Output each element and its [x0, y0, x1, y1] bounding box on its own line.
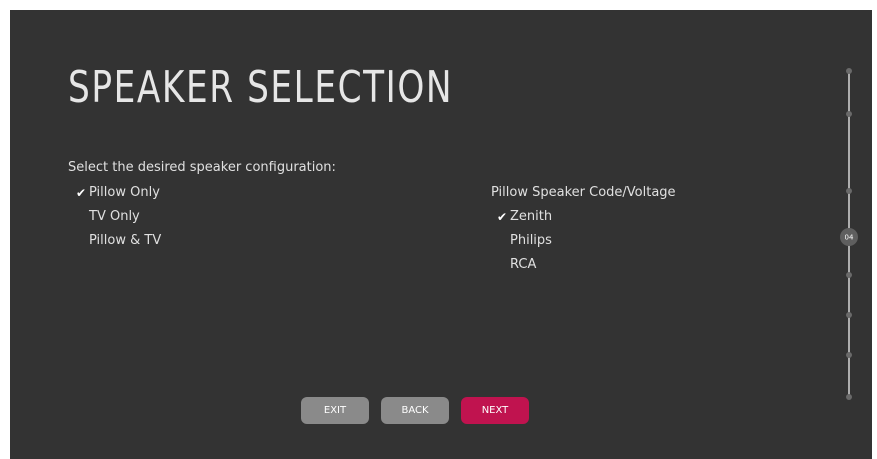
config-prompt: Select the desired speaker configuration… [68, 160, 336, 175]
step-dot [846, 352, 852, 358]
page-title: SPEAKER SELECTION [68, 62, 454, 113]
step-progress-indicator: 04 [840, 68, 858, 400]
option-philips[interactable]: Philips [510, 233, 552, 249]
step-dot [846, 111, 852, 117]
back-button[interactable]: BACK [381, 397, 449, 424]
option-label: Philips [510, 233, 552, 248]
option-pillow-only[interactable]: ✔ Pillow Only [76, 185, 160, 201]
pillow-code-heading: Pillow Speaker Code/Voltage [491, 185, 676, 200]
current-step-label: 04 [845, 234, 854, 242]
option-label: Pillow Only [89, 185, 160, 200]
setup-screen: SPEAKER SELECTION Select the desired spe… [10, 10, 872, 459]
next-button[interactable]: NEXT [461, 397, 529, 424]
step-dot [846, 394, 852, 400]
step-dot [846, 188, 852, 194]
option-tv-only[interactable]: TV Only [89, 209, 140, 225]
option-label: TV Only [89, 209, 140, 224]
exit-button[interactable]: EXIT [301, 397, 369, 424]
option-label: Zenith [510, 209, 553, 224]
checkmark-icon: ✔ [76, 186, 87, 200]
option-zenith[interactable]: ✔ Zenith [497, 209, 553, 225]
option-pillow-and-tv[interactable]: Pillow & TV [89, 233, 161, 249]
option-label: RCA [510, 257, 537, 272]
step-dot [846, 312, 852, 318]
checkmark-icon: ✔ [497, 210, 508, 224]
step-dot [846, 272, 852, 278]
option-label: Pillow & TV [89, 233, 162, 248]
step-dot [846, 68, 852, 74]
option-rca[interactable]: RCA [510, 257, 536, 273]
